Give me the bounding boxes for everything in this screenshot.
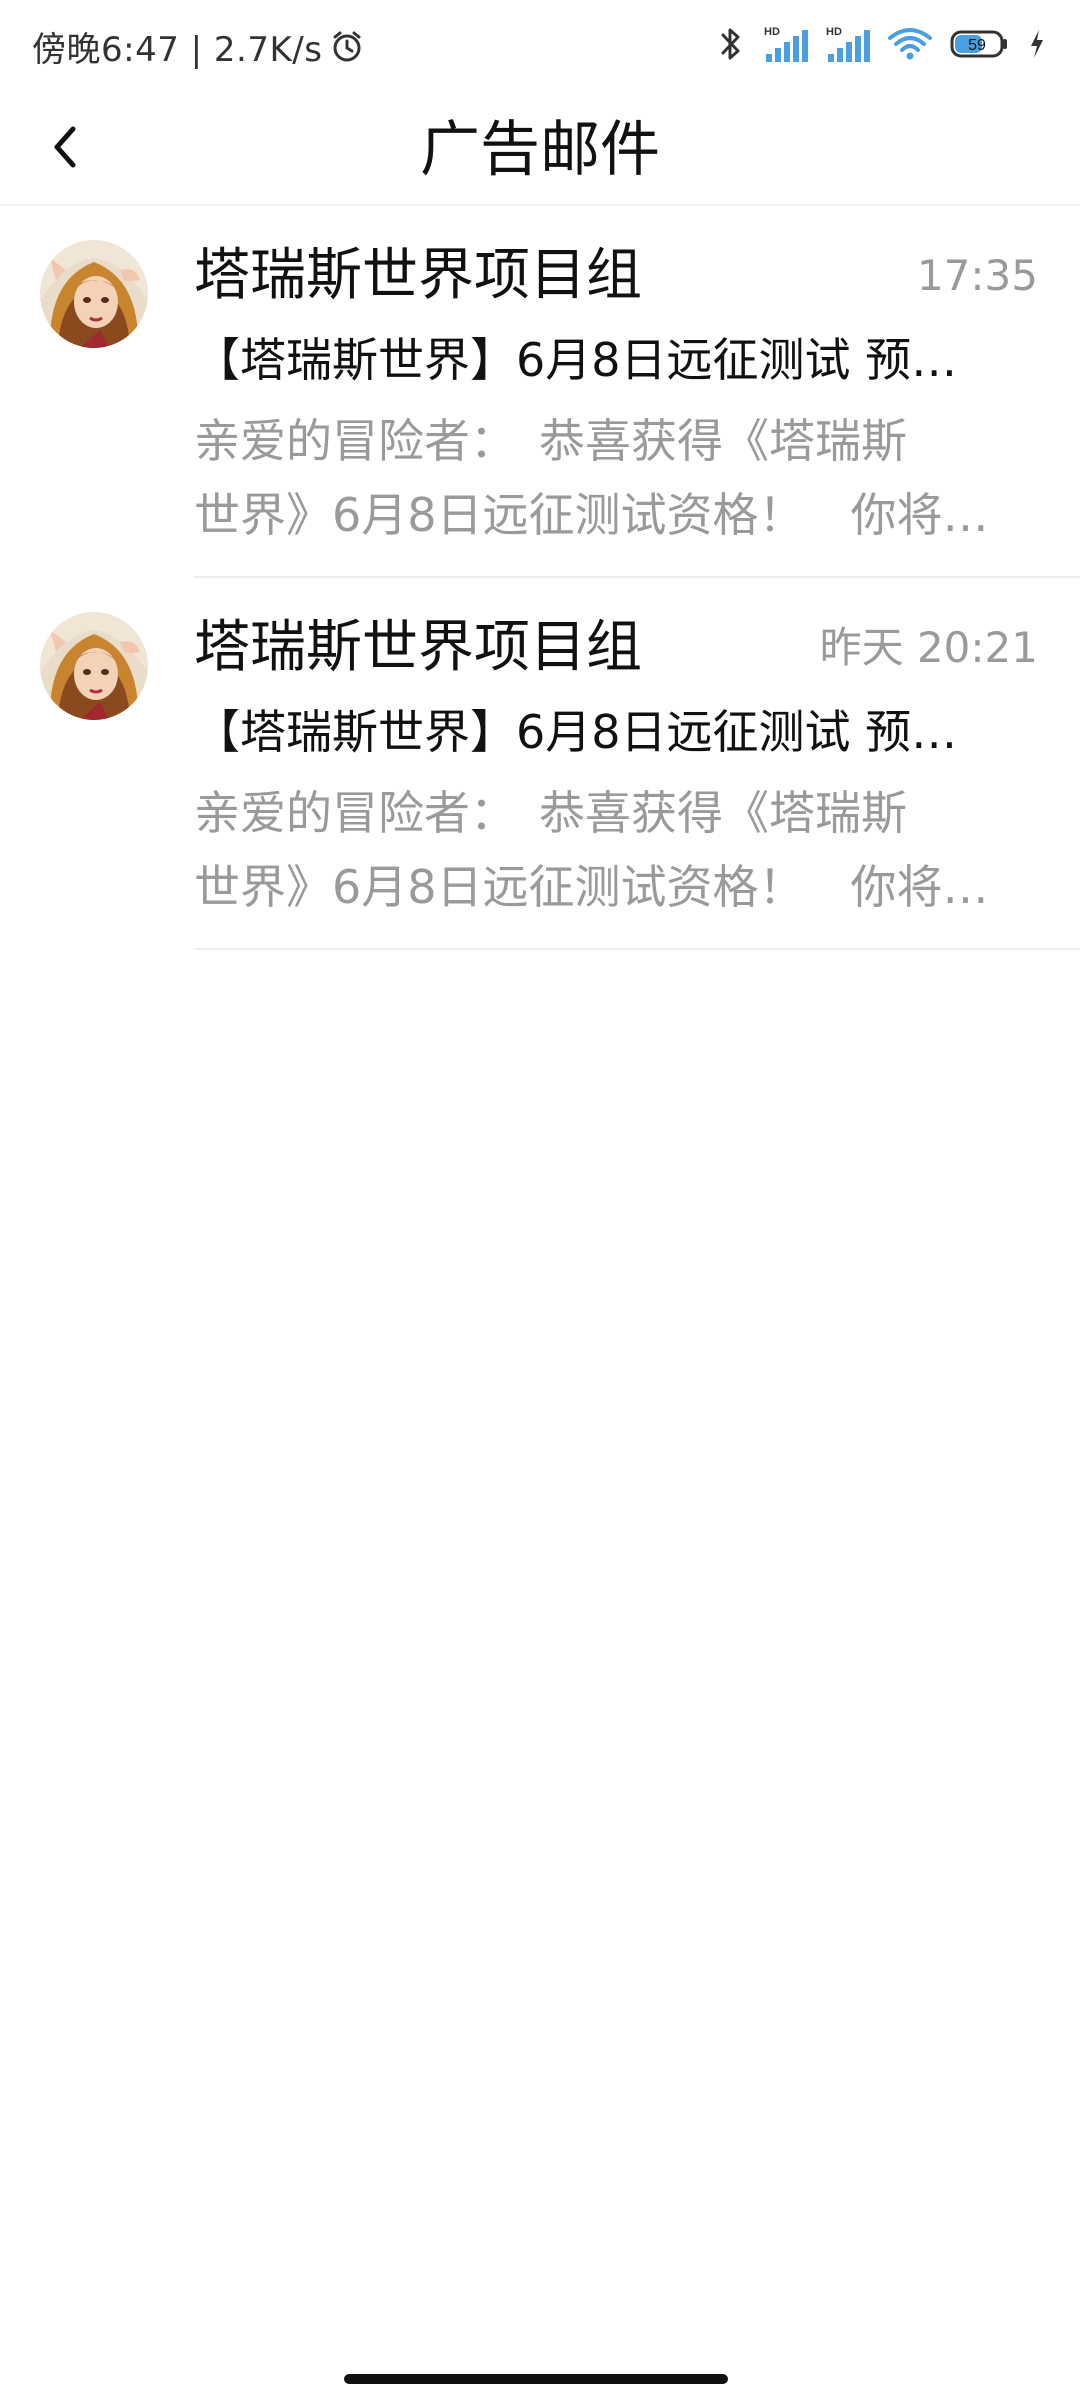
status-left: 傍晚6:47 | 2.7K/s	[32, 22, 364, 71]
status-time: 傍晚6:47 | 2.7K/s	[32, 30, 323, 70]
battery-icon: 59	[950, 28, 1010, 60]
battery-level-text: 59	[968, 37, 986, 54]
lightning-icon	[1028, 28, 1046, 60]
signal-hd-label-2: HD	[826, 26, 842, 38]
page-title: 广告邮件	[420, 115, 660, 185]
avatar-icon	[40, 612, 148, 720]
avatar-icon	[40, 240, 148, 348]
mail-preview: 亲爱的冒险者： 恭喜获得《塔瑞斯 世界》6月8日远征测试资格！ 你将…	[194, 404, 1024, 552]
list-divider	[194, 948, 1080, 950]
mail-time: 昨天 20:21	[819, 623, 1038, 672]
signal-strength-icon-2: HD	[826, 24, 870, 64]
home-indicator[interactable]	[344, 2374, 728, 2384]
mail-sender: 塔瑞斯世界项目组	[194, 243, 642, 308]
signal-strength-icon: HD	[764, 24, 808, 64]
mail-preview: 亲爱的冒险者： 恭喜获得《塔瑞斯 世界》6月8日远征测试资格！ 你将…	[194, 776, 1024, 924]
mail-preview-line: 世界》6月8日远征测试资格！ 你将…	[194, 860, 989, 914]
wifi-icon	[888, 26, 932, 62]
mail-preview-line: 世界》6月8日远征测试资格！ 你将…	[194, 488, 989, 542]
mail-time: 17:35	[916, 251, 1038, 300]
mail-subject: 【塔瑞斯世界】6月8日远征测试 预…	[194, 705, 958, 759]
bluetooth-icon	[716, 24, 746, 64]
page-header: 广告邮件	[0, 96, 1080, 206]
mail-preview-line: 亲爱的冒险者： 恭喜获得《塔瑞斯	[194, 786, 907, 840]
mail-sender: 塔瑞斯世界项目组	[194, 615, 642, 680]
mail-preview-line: 亲爱的冒险者： 恭喜获得《塔瑞斯	[194, 414, 907, 468]
signal-hd-label: HD	[764, 26, 780, 38]
status-bar: 傍晚6:47 | 2.7K/s HD HD 59	[0, 0, 1080, 96]
status-right: HD HD 59	[716, 24, 1046, 64]
mail-list-item[interactable]: 塔瑞斯世界项目组 昨天 20:21 【塔瑞斯世界】6月8日远征测试 预… 亲爱的…	[0, 578, 1080, 950]
mail-subject: 【塔瑞斯世界】6月8日远征测试 预…	[194, 333, 958, 387]
mail-list: 塔瑞斯世界项目组 17:35 【塔瑞斯世界】6月8日远征测试 预… 亲爱的冒险者…	[0, 206, 1080, 950]
alarm-clock-icon	[330, 30, 364, 64]
mail-list-item[interactable]: 塔瑞斯世界项目组 17:35 【塔瑞斯世界】6月8日远征测试 预… 亲爱的冒险者…	[0, 206, 1080, 578]
